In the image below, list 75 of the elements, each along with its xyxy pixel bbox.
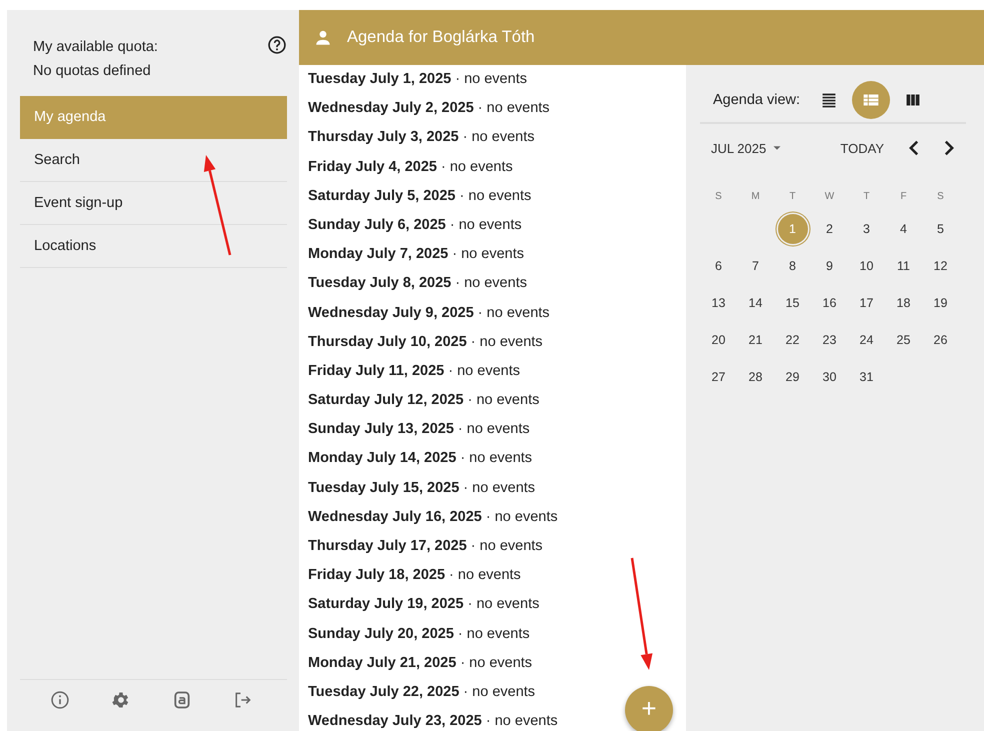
agenda-day-entry: Wednesday July 2, 2025 · no events xyxy=(308,100,550,116)
user-icon xyxy=(314,28,332,46)
agenda-day-entry: Sunday July 20, 2025 · no events xyxy=(308,626,530,642)
agenda-day-entry: Tuesday July 22, 2025 · no events xyxy=(308,684,536,700)
calendar-day[interactable]: 23 xyxy=(814,324,844,354)
agenda-day-entry: Friday July 11, 2025 · no events xyxy=(308,362,520,379)
chevron-left-icon xyxy=(908,140,918,156)
today-button[interactable]: TODAY xyxy=(840,140,884,156)
calendar-day[interactable]: 27 xyxy=(704,362,734,392)
calendar-day[interactable]: 24 xyxy=(852,324,882,354)
calendar-day[interactable]: 2 xyxy=(814,214,844,244)
calendar-day[interactable]: 29 xyxy=(778,362,808,392)
calendar-day[interactable]: 6 xyxy=(704,250,734,280)
agenda-title: Agenda for Boglárka Tóth xyxy=(347,28,535,47)
calendar-day[interactable]: 20 xyxy=(704,324,734,354)
calendar-day[interactable]: 16 xyxy=(814,288,844,318)
calendar-day[interactable]: 28 xyxy=(740,362,770,392)
calendar-day[interactable]: 13 xyxy=(704,288,734,318)
calendar-day[interactable]: 11 xyxy=(888,250,918,280)
quota-value: No quotas defined xyxy=(33,62,152,81)
agenda-day-entry: Wednesday July 9, 2025 · no events xyxy=(308,304,550,320)
agenda-day-entry: Monday July 14, 2025 · no events xyxy=(308,450,532,466)
weekday-label: S xyxy=(936,190,945,204)
chevron-right-icon xyxy=(944,140,954,156)
help-icon[interactable] xyxy=(267,35,287,55)
weekday-label: T xyxy=(862,190,871,204)
agenda-day-entry: Saturday July 5, 2025 · no events xyxy=(308,188,532,204)
calendar-day[interactable]: 5 xyxy=(926,214,956,244)
quota-label: My available quota: xyxy=(33,38,158,57)
agenda-day-entry: Thursday July 10, 2025 · no events xyxy=(308,334,543,350)
calendar-day[interactable]: 3 xyxy=(852,214,882,244)
agenda-day-entry: Tuesday July 8, 2025 · no events xyxy=(308,275,527,292)
calendar-day[interactable]: 15 xyxy=(778,288,808,318)
weekday-label: T xyxy=(788,190,797,204)
calendar-day[interactable]: 7 xyxy=(740,250,770,280)
calendar-day[interactable]: 18 xyxy=(888,288,918,318)
weekday-label: W xyxy=(824,190,836,204)
calendar-day[interactable]: 10 xyxy=(852,250,882,280)
agenda-day-entry: Friday July 18, 2025 · no events xyxy=(308,567,521,584)
calendar-day[interactable]: 8 xyxy=(778,250,808,280)
nav-item[interactable]: Locations xyxy=(20,225,287,268)
agenda-day-entry: Thursday July 17, 2025 · no events xyxy=(308,538,543,554)
calendar-day[interactable]: 9 xyxy=(814,250,844,280)
calendar-day[interactable]: 30 xyxy=(814,362,844,392)
agenda-day-entry: Saturday July 12, 2025 · no events xyxy=(308,392,540,408)
calendar-day[interactable]: 21 xyxy=(740,324,770,354)
calendar-day[interactable]: 14 xyxy=(740,288,770,318)
agenda-day-entry: Sunday July 6, 2025 · no events xyxy=(308,216,522,233)
weekday-label: M xyxy=(750,190,761,204)
agenda-day-entry: Wednesday July 16, 2025 · no events xyxy=(308,508,558,525)
calendar-day[interactable]: 22 xyxy=(778,324,808,354)
info-icon[interactable] xyxy=(50,690,70,710)
agenda-day-entry: Friday July 4, 2025 · no events xyxy=(308,158,513,175)
weekday-label: S xyxy=(714,190,723,204)
agenda-day-entry: Saturday July 19, 2025 · no events xyxy=(308,596,540,612)
agenda-day-entry: Sunday July 13, 2025 · no events xyxy=(308,421,530,438)
agenda-day-entry: Monday July 21, 2025 · no events xyxy=(308,654,532,671)
at-sign-icon[interactable] xyxy=(172,690,192,710)
agenda-day-entry: Tuesday July 15, 2025 · no events xyxy=(308,480,536,496)
calendar-day[interactable]: 26 xyxy=(926,324,956,354)
calendar-day[interactable]: 19 xyxy=(926,288,956,318)
weekday-label: F xyxy=(899,190,908,204)
calendar-day[interactable]: 31 xyxy=(852,362,882,392)
calendar-day[interactable]: 25 xyxy=(888,324,918,354)
calendar-day[interactable]: 12 xyxy=(926,250,956,280)
agenda-day-entry: Tuesday July 1, 2025 · no events xyxy=(308,71,527,87)
agenda-day-entry: Wednesday July 23, 2025 · no events xyxy=(308,713,558,730)
view-label: Agenda view: xyxy=(713,92,800,108)
agenda-day-entry: Monday July 7, 2025 · no events xyxy=(308,246,524,262)
calendar-day[interactable]: 4 xyxy=(888,214,918,244)
nav-item[interactable]: Event sign-up xyxy=(20,182,287,225)
agenda-day-entry: Thursday July 3, 2025 · no events xyxy=(308,129,534,146)
month-dropdown[interactable]: JUL 2025 xyxy=(711,140,784,156)
calendar-day[interactable]: 17 xyxy=(852,288,882,318)
logout-icon[interactable] xyxy=(232,690,253,710)
